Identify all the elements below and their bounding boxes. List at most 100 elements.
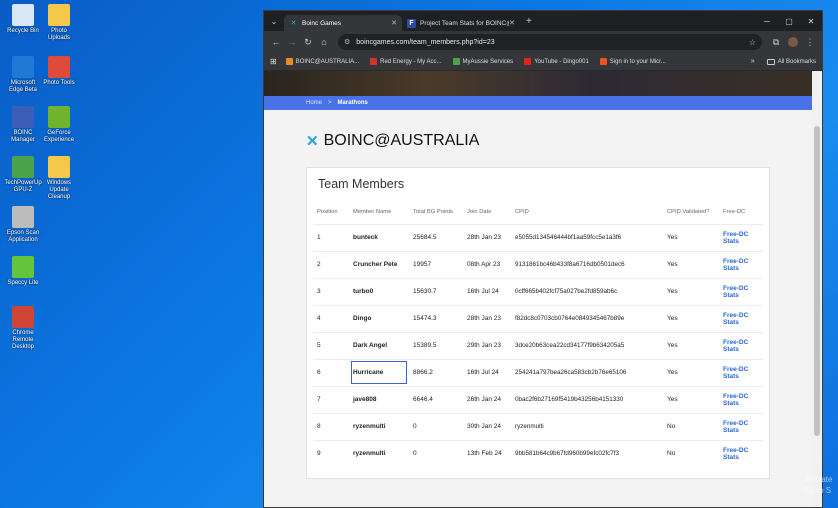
- app-icon: [48, 56, 70, 78]
- tab-title: Project Team Stats for BOINC@: [420, 19, 510, 27]
- breadcrumb-current[interactable]: Marathons: [338, 100, 368, 106]
- cpid-cell: 254241a797bea26ca583cb2b76e65106: [511, 358, 663, 386]
- bookmark-star-icon[interactable]: ☆: [749, 38, 756, 47]
- watermark-line: Activate: [804, 475, 833, 484]
- points-cell: 25684.5: [409, 223, 463, 251]
- cpid-cell: 0bac2f6b27169f5419b43256b4151330: [511, 385, 663, 413]
- bookmark-favicon-icon: [285, 58, 293, 65]
- activation-watermark: Activate Go to S: [804, 474, 832, 496]
- bookmark-item[interactable]: Sign in to your Micr...: [599, 58, 666, 65]
- browser-toolbar: ← → ↻ ⌂ ⚙ boincgames.com/team_members.ph…: [264, 31, 822, 53]
- desktop-icon-label: Speccy Lite: [7, 280, 39, 286]
- close-window-icon[interactable]: ✕: [800, 11, 822, 31]
- tab-strip: ⌄ ✕ Boinc Games ✕ F Project Team Stats f…: [264, 11, 822, 31]
- member-name-cell: Dark Angel: [349, 331, 409, 359]
- column-header: CPID Validated?: [667, 209, 710, 216]
- breadcrumb-home[interactable]: Home: [306, 100, 322, 106]
- page-scrollbar[interactable]: [812, 71, 822, 507]
- back-icon[interactable]: ←: [268, 34, 284, 50]
- bookmark-item[interactable]: YouTube - Dingo001: [524, 58, 589, 65]
- folder-icon: [766, 58, 775, 65]
- free-dc-cell: Free-DC Stats: [719, 277, 763, 305]
- position-cell: 5: [313, 331, 349, 359]
- extensions-icon[interactable]: ⧉: [768, 34, 784, 50]
- points-cell: 15630.7: [409, 277, 463, 305]
- desktop-icon-label: Chrome Remote Desktop: [11, 330, 34, 350]
- member-name-cell: Cruncher Pete: [349, 250, 409, 278]
- cpid-cell: 3dce20b63cea22cd34177f9b634205a5: [511, 331, 663, 359]
- new-tab-icon[interactable]: +: [526, 16, 532, 27]
- free-dc-cell: Free-DC Stats: [719, 385, 763, 413]
- table-row: 7 jave808 6646.4 26th Jan 24 0bac2f6b27169f5…: [313, 385, 763, 413]
- app-icon: [48, 156, 70, 178]
- minimize-icon[interactable]: ─: [756, 11, 778, 31]
- close-tab-icon[interactable]: ✕: [509, 19, 515, 27]
- free-dc-stats-link[interactable]: Free-DC Stats: [723, 447, 748, 461]
- menu-icon[interactable]: ⋮: [802, 34, 818, 50]
- desktop-icon[interactable]: Chrome Remote Desktop: [4, 306, 42, 351]
- scrollbar-thumb[interactable]: [814, 126, 820, 436]
- bookmark-label: MyAussie Services: [462, 58, 514, 65]
- web-page: Home > Marathons ✕ BOINC@AUSTRALIA Team …: [264, 71, 812, 507]
- desktop-icon[interactable]: GeForce Experience: [40, 106, 78, 144]
- desktop-icon[interactable]: Speccy Lite: [4, 256, 42, 287]
- desktop-icon[interactable]: TechPowerUp GPU-Z: [4, 156, 42, 194]
- validated-cell: No: [663, 412, 719, 440]
- address-bar[interactable]: ⚙ boincgames.com/team_members.php?id=23 …: [338, 34, 762, 50]
- cpid-cell: 0cff665b402fcf75a027be2fd859ab6c: [511, 277, 663, 305]
- free-dc-stats-link[interactable]: Free-DC Stats: [723, 339, 748, 353]
- desktop-icon[interactable]: Photo Uploads: [40, 4, 78, 42]
- bookmark-item[interactable]: BOINC@AUSTRALIA...: [285, 58, 359, 65]
- free-dc-stats-link[interactable]: Free-DC Stats: [723, 366, 748, 380]
- free-dc-stats-link[interactable]: Free-DC Stats: [723, 420, 748, 434]
- maximize-icon[interactable]: ▢: [778, 11, 800, 31]
- cpid-cell: 9bb581b64c9b67fd960b99efc02fc7f3: [511, 439, 663, 467]
- desktop-icon[interactable]: Microsoft Edge Beta: [4, 56, 42, 94]
- all-bookmarks-link[interactable]: All Bookmarks: [778, 59, 816, 65]
- free-dc-stats-link[interactable]: Free-DC Stats: [723, 231, 748, 245]
- free-dc-stats-link[interactable]: Free-DC Stats: [723, 285, 748, 299]
- join-date-cell: 16th Jul 24: [463, 358, 511, 386]
- member-name-cell: Dingo: [349, 304, 409, 332]
- free-dc-stats-link[interactable]: Free-DC Stats: [723, 312, 748, 326]
- more-bookmarks-icon[interactable]: »: [751, 58, 755, 65]
- site-info-icon[interactable]: ⚙: [344, 38, 350, 46]
- desktop-icon-label: Recycle Bin: [7, 28, 39, 34]
- close-tab-icon[interactable]: ✕: [391, 19, 397, 27]
- bookmark-item[interactable]: Red Energy - My Acc...: [370, 58, 442, 65]
- position-cell: 6: [313, 358, 349, 386]
- home-icon[interactable]: ⌂: [316, 34, 332, 50]
- free-dc-stats-link[interactable]: Free-DC Stats: [723, 393, 748, 407]
- desktop-icon[interactable]: BOINC Manager: [4, 106, 42, 144]
- forward-icon[interactable]: →: [284, 34, 300, 50]
- boinc-logo-icon: ✕: [306, 133, 319, 150]
- table-row: 5 Dark Angel 15389.5 29th Jan 23 3dce20b63ce…: [313, 331, 763, 359]
- section-title: Team Members: [318, 177, 405, 191]
- position-cell: 4: [313, 304, 349, 332]
- browser-window: ⌄ ✕ Boinc Games ✕ F Project Team Stats f…: [263, 10, 823, 508]
- desktop-icon-label: Epson Scan Application: [6, 230, 40, 243]
- desktop-icon-label: GeForce Experience: [43, 130, 75, 143]
- tab-search-icon[interactable]: ⌄: [264, 11, 284, 31]
- points-cell: 15474.3: [409, 304, 463, 332]
- free-dc-stats-link[interactable]: Free-DC Stats: [723, 258, 748, 272]
- free-dc-cell: Free-DC Stats: [719, 304, 763, 332]
- desktop-icon-label: Windows Update Cleanup: [46, 180, 72, 200]
- member-name-cell: bunteck: [349, 223, 409, 251]
- reload-icon[interactable]: ↻: [300, 34, 316, 50]
- bookmark-favicon-icon: [524, 58, 532, 65]
- apps-icon[interactable]: ⊞: [270, 57, 277, 66]
- app-icon: [12, 306, 34, 328]
- column-header: Free-DC: [723, 209, 746, 216]
- tab-boinc-games[interactable]: ✕ Boinc Games ✕: [284, 15, 402, 31]
- desktop-icon[interactable]: Windows Update Cleanup: [40, 156, 78, 201]
- cpid-cell: 9131861bc46b433f8a6716db0501dec6: [511, 250, 663, 278]
- profile-avatar[interactable]: [788, 37, 798, 47]
- desktop-icon[interactable]: Recycle Bin: [4, 4, 42, 35]
- bookmark-item[interactable]: MyAussie Services: [452, 58, 514, 65]
- tab-team-stats[interactable]: F Project Team Stats for BOINC@ ✕: [402, 15, 520, 31]
- desktop-icon[interactable]: Epson Scan Application: [4, 206, 42, 244]
- app-icon: [12, 106, 34, 128]
- page-title: ✕ BOINC@AUSTRALIA: [306, 132, 479, 150]
- desktop-icon[interactable]: Photo Tools: [40, 56, 78, 87]
